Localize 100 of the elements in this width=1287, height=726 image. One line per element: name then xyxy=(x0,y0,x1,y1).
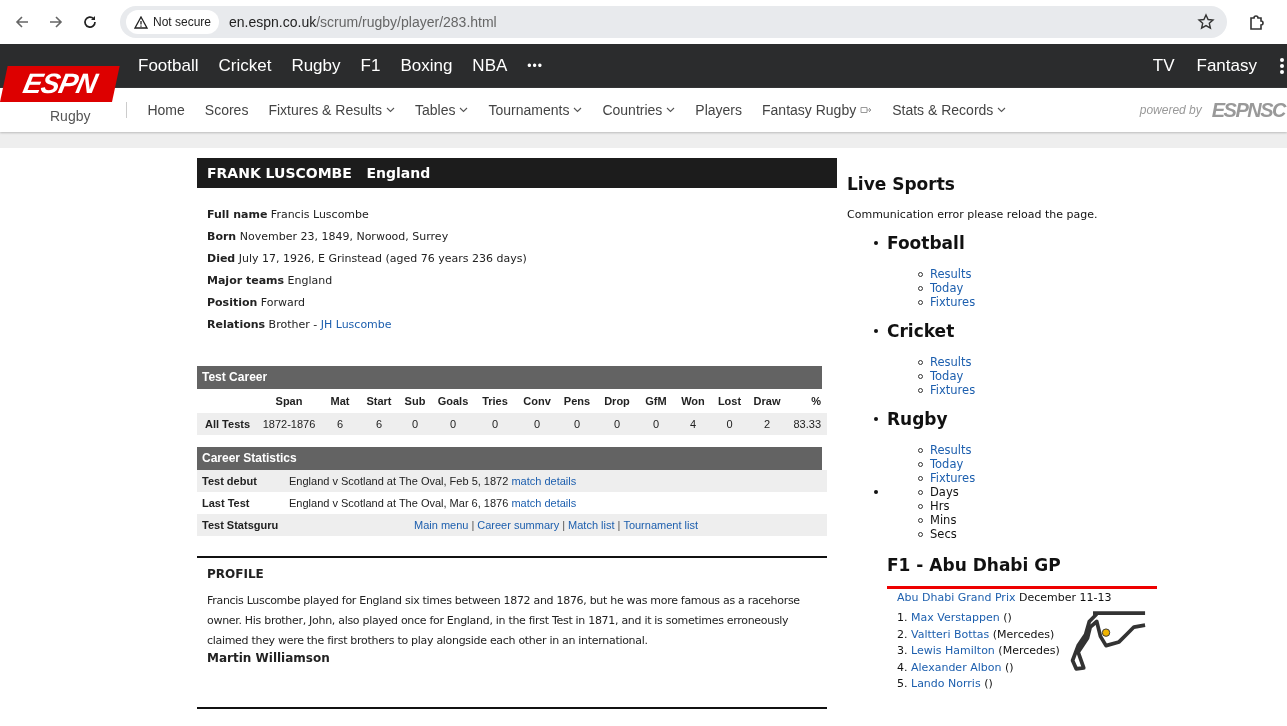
table-cell-text: 0 xyxy=(651,418,661,430)
sport-link[interactable]: Fixtures xyxy=(930,471,976,485)
caret-icon xyxy=(666,107,676,113)
separator: | xyxy=(617,519,621,531)
table-cell-text: 0 xyxy=(532,418,542,430)
sport-heading: Rugby xyxy=(887,409,948,429)
sport-link[interactable]: Results xyxy=(930,355,972,369)
sub-nav-link[interactable]: Fixtures & Results xyxy=(268,102,395,118)
caret-icon xyxy=(459,107,469,113)
column-header: Span xyxy=(274,395,304,407)
address-bar[interactable]: Not secure en.espn.co.uk/scrum/rugby/player/283.html xyxy=(120,6,1227,38)
rank-number: 1. xyxy=(897,611,908,624)
sport-heading: Cricket xyxy=(887,321,955,341)
row-label: Test debut xyxy=(202,475,258,487)
forward-icon[interactable] xyxy=(48,14,64,30)
profile-text: Francis Luscombe played for England six times between 1872 and 1876, but he was more famous as a racehorse owner. His brother, John, also played once for England, in the first Test in 1871, and it is sometimes erroneously claimed they were the first brothers to play alongside each other in an international. xyxy=(207,593,801,649)
rank-number: 2. xyxy=(897,627,908,641)
sub-nav-link[interactable]: Fantasy Rugby xyxy=(762,102,873,118)
sport-link[interactable]: Football xyxy=(138,56,199,76)
rank-number: 5. xyxy=(897,677,908,690)
sport-link[interactable]: Boxing xyxy=(400,56,453,76)
section-header: Test Career xyxy=(197,366,822,389)
team-name: (Mercedes) xyxy=(992,627,1055,641)
profile-heading: PROFILE xyxy=(207,567,265,581)
star-icon[interactable] xyxy=(1197,13,1215,31)
sport-link[interactable]: F1 xyxy=(360,56,381,76)
live-sports-title: Live Sports xyxy=(847,174,956,194)
team-name: () xyxy=(984,677,993,690)
sport-link[interactable]: Fixtures xyxy=(930,295,976,309)
nav-link[interactable]: TV xyxy=(1152,56,1175,76)
sport-link[interactable]: Today xyxy=(930,281,964,295)
row-label: All Tests xyxy=(204,418,252,430)
countdown-label: Mins xyxy=(930,513,957,527)
row-label: Test Statsguru xyxy=(202,519,280,531)
player-header: FRANK LUSCOMBE England xyxy=(197,158,837,188)
external-link-icon xyxy=(860,106,873,114)
bullet-icon xyxy=(874,329,878,333)
sport-link[interactable]: Today xyxy=(930,369,964,383)
column-header: GfM xyxy=(644,395,668,407)
table-cell-text: 6 xyxy=(374,418,384,430)
section-title[interactable]: Rugby xyxy=(50,108,91,124)
security-chip[interactable]: Not secure xyxy=(126,10,220,34)
sport-link[interactable]: Cricket xyxy=(218,56,272,76)
separator: | xyxy=(471,519,475,531)
column-header: Start xyxy=(365,395,393,407)
section-header: Career Statistics xyxy=(197,447,822,470)
back-icon[interactable] xyxy=(14,14,30,30)
statsguru-link[interactable]: Career summary xyxy=(477,519,560,531)
espn-logo[interactable]: ESPN xyxy=(0,66,120,102)
bullet-icon xyxy=(874,241,878,245)
sport-link[interactable]: Results xyxy=(930,443,972,457)
caret-icon xyxy=(386,107,395,113)
match-text: England v Scotland at The Oval, Feb 5, 1872 xyxy=(289,475,509,487)
table-cell-text: 0 xyxy=(490,418,500,430)
table-cell-text: 83.33 xyxy=(792,418,822,430)
sport-link[interactable]: Today xyxy=(930,457,964,471)
sub-nav-link[interactable]: Players xyxy=(695,102,742,118)
event-link[interactable]: Abu Dhabi Grand Prix xyxy=(897,591,1016,604)
player-link[interactable]: JH Luscombe xyxy=(320,318,392,331)
sub-nav-link[interactable]: Tournaments xyxy=(488,102,583,118)
table-cell-text: 0 xyxy=(410,418,420,430)
more-menu[interactable]: ••• xyxy=(527,59,543,73)
brand-logo: ESPNSC xyxy=(1211,98,1285,122)
bullet-icon xyxy=(874,417,878,421)
table-cell-text: 6 xyxy=(335,418,345,430)
sub-nav-link[interactable]: Stats & Records xyxy=(892,102,1007,118)
sub-nav-link[interactable]: Tables xyxy=(415,102,469,118)
nav-link[interactable]: Fantasy xyxy=(1196,56,1257,76)
driver-link[interactable]: Lando Norris xyxy=(911,677,981,690)
match-details-link[interactable]: match details xyxy=(511,475,577,487)
sport-link[interactable]: NBA xyxy=(472,56,508,76)
statsguru-link[interactable]: Tournament list xyxy=(623,519,698,531)
table-cell-text: 0 xyxy=(448,418,458,430)
info-row-text: Died July 17, 1926, E Grinstead (aged 76 years 236 days) xyxy=(207,251,528,267)
driver-link[interactable]: Valtteri Bottas xyxy=(911,627,990,641)
sub-nav-link[interactable]: Countries xyxy=(602,102,676,118)
match-details-link[interactable]: match details xyxy=(511,497,577,509)
info-row-text: Born November 23, 1849, Norwood, Surrey xyxy=(207,229,450,245)
table-cell-text: 4 xyxy=(688,418,698,430)
column-header: Won xyxy=(680,395,706,407)
sub-nav-link[interactable]: Scores xyxy=(204,102,249,118)
statsguru-link[interactable]: Match list xyxy=(568,519,615,531)
table-cell-text: 0 xyxy=(572,418,582,430)
sport-link[interactable]: Rugby xyxy=(291,56,341,76)
rank-number: 4. xyxy=(897,660,908,674)
driver-link[interactable]: Max Verstappen xyxy=(911,611,1000,624)
sport-link[interactable]: Results xyxy=(930,267,972,281)
event-date: December 11-13 xyxy=(1018,591,1112,604)
driver-link[interactable]: Lewis Hamilton xyxy=(911,644,995,657)
sub-nav-link[interactable]: Home xyxy=(147,102,185,118)
column-header: Lost xyxy=(716,395,743,407)
extensions-icon[interactable] xyxy=(1247,12,1267,32)
sport-heading: Football xyxy=(887,233,965,253)
driver-link[interactable]: Alexander Albon xyxy=(911,660,1002,674)
caret-icon xyxy=(573,107,583,113)
sport-link[interactable]: Fixtures xyxy=(930,383,976,397)
reload-icon[interactable] xyxy=(82,14,98,30)
statsguru-link[interactable]: Main menu xyxy=(414,519,469,531)
countdown-label: Secs xyxy=(930,527,957,541)
powered-by-text: powered by xyxy=(1139,103,1202,117)
